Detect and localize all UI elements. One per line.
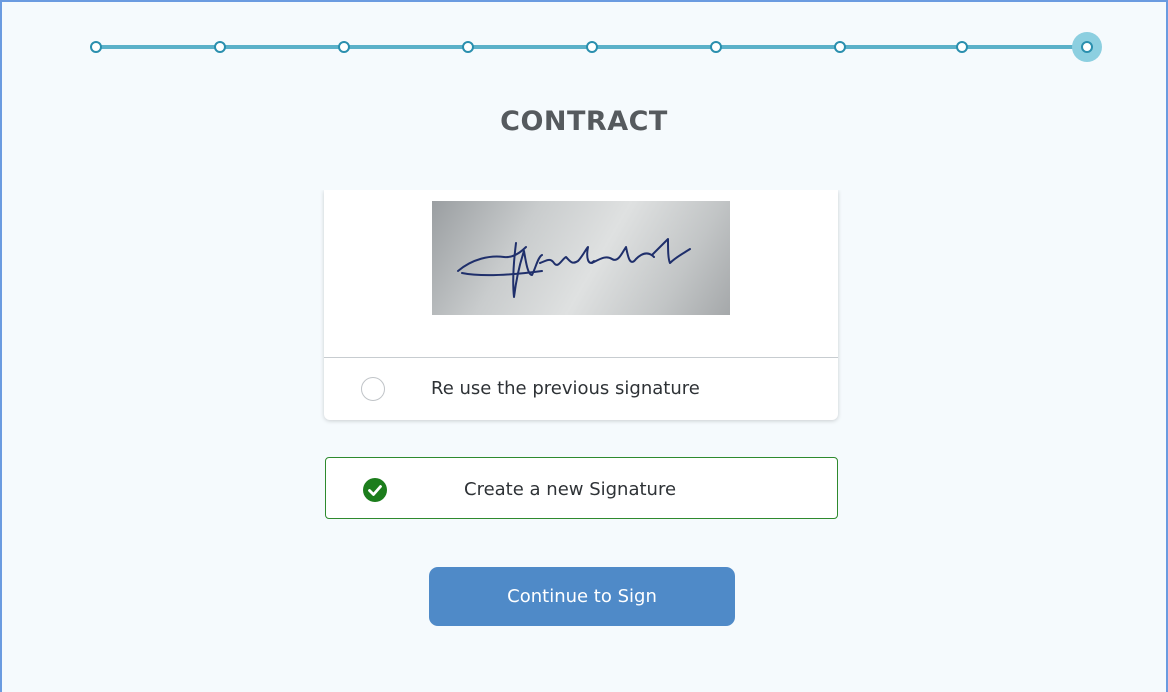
step-3-node [338, 41, 350, 53]
signature-scribble [457, 238, 691, 298]
radio-unchecked-icon[interactable] [361, 377, 385, 401]
create-new-signature-option[interactable]: Create a new Signature [325, 457, 838, 519]
card-divider [324, 357, 838, 358]
step-6-node [710, 41, 722, 53]
previous-signature-card[interactable]: Re use the previous signature [324, 190, 838, 420]
step-8-node [956, 41, 968, 53]
app-frame: CONTRACT Re use the previous signature C… [0, 0, 1168, 692]
step-7-node [834, 41, 846, 53]
reuse-signature-label[interactable]: Re use the previous signature [431, 378, 700, 399]
step-9-node-current [1072, 32, 1102, 62]
previous-signature-image [432, 201, 730, 315]
continue-to-sign-button[interactable]: Continue to Sign [429, 567, 735, 626]
step-2-node [214, 41, 226, 53]
step-5-node [586, 41, 598, 53]
step-1-node [90, 41, 102, 53]
step-4-node [462, 41, 474, 53]
create-new-signature-label[interactable]: Create a new Signature [464, 479, 676, 500]
page-title: CONTRACT [500, 106, 668, 137]
check-circle-icon[interactable] [363, 478, 387, 502]
progress-stepper [90, 32, 1102, 62]
